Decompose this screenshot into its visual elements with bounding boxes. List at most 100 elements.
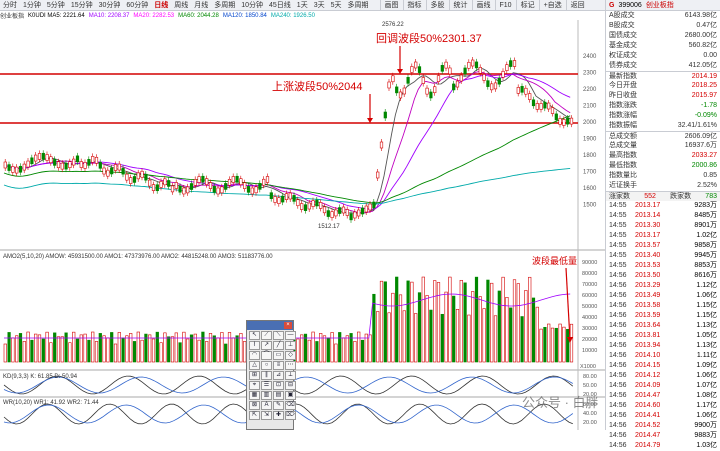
stat-value: 16937.6万 (684, 142, 717, 149)
stat-value: 2.52% (697, 182, 717, 189)
drawing-tool-icon[interactable]: ⇱ (249, 411, 260, 420)
tick-time: 14:55 (609, 232, 627, 239)
candle (569, 117, 574, 125)
drawing-tool-icon[interactable]: ⟂ (285, 371, 296, 380)
tick-list[interactable]: 14:55 2013.17 9283万 14:55 2013.14 8485万 14:55 2… (606, 201, 720, 451)
quote-stats: A股成交 6143.98亿 B股成交 0.47亿 国债成交 2680.00亿 基金成交 560… (606, 11, 720, 191)
candle (201, 175, 205, 183)
tick-price: 2014.15 (635, 362, 661, 369)
volume-bar (391, 292, 395, 363)
drawing-tool-icon[interactable]: ⌖ (249, 381, 260, 390)
tick-row: 14:56 2014.60 1.17亿 (606, 401, 720, 411)
volume-bar (455, 309, 460, 363)
stat-label: 指数振幅 (609, 122, 637, 129)
drawing-tool-icon[interactable]: ⊿ (273, 371, 284, 380)
tick-volume: 1.06亿 (696, 412, 717, 419)
candle (357, 209, 361, 217)
volume-bar (490, 282, 494, 363)
drawing-tool-icon[interactable]: ⊥ (285, 341, 296, 350)
price-axis-label: 2000 (583, 120, 597, 126)
drawing-tool-icon[interactable]: ↖ (249, 331, 260, 340)
volume-bar (186, 338, 190, 363)
volume-bar (3, 343, 7, 363)
quote-flag: G (609, 1, 615, 9)
drawing-tool-icon[interactable]: ◇ (285, 351, 296, 360)
candle (15, 166, 19, 174)
stat-row: 总成交额 2606.09亿 (606, 131, 720, 141)
drawing-tool-icon[interactable]: ⌇ (249, 341, 260, 350)
candle (68, 161, 72, 168)
tick-price: 2014.12 (635, 372, 661, 379)
stat-value: 560.82亿 (688, 42, 717, 49)
candle (444, 61, 448, 69)
drawing-tool-icon[interactable]: ○ (261, 361, 272, 370)
drawing-tool-icon[interactable]: ⊡ (273, 381, 284, 390)
volume-bar (205, 341, 209, 363)
volume-bar (535, 306, 539, 363)
volume-bar (569, 323, 574, 363)
tick-price: 2014.60 (635, 402, 661, 409)
drawing-tool-icon[interactable]: ⌒ (261, 351, 272, 360)
drawing-tool-icon[interactable]: ⊟ (285, 381, 296, 390)
drawing-tool-icon[interactable]: ✚ (273, 411, 284, 420)
volume-bar (224, 343, 228, 363)
close-icon[interactable]: × (284, 322, 292, 329)
tick-row: 14:56 2013.81 1.05亿 (606, 331, 720, 341)
candle (467, 61, 471, 69)
tick-volume: 9283万 (694, 202, 717, 209)
drawing-tool-icon[interactable]: ⌦ (285, 411, 296, 420)
palette-titlebar[interactable]: × (247, 321, 293, 330)
drawing-tool-icon[interactable]: ▣ (285, 391, 296, 400)
drawing-tool-icon[interactable]: — (285, 331, 296, 340)
drawing-tool-icon[interactable]: ⌫ (285, 401, 296, 410)
tick-row: 14:56 2014.09 1.07亿 (606, 381, 720, 391)
candle (490, 83, 494, 91)
tick-row: 14:56 2014.41 1.06亿 (606, 411, 720, 421)
chart-area[interactable]: 2400 2300 2200 2100 2000 1900 1800 1700 1600 1500… (0, 0, 605, 430)
candle (227, 179, 232, 186)
drawing-tool-icon[interactable]: ▭ (273, 351, 284, 360)
stat-label: 国债成交 (609, 32, 637, 39)
drawing-tool-icon[interactable]: ∥ (261, 371, 272, 380)
volume-bar (197, 339, 201, 363)
volume-bar (376, 311, 380, 363)
tick-row: 14:56 2013.49 1.06亿 (606, 291, 720, 301)
drawing-tool-icon[interactable]: ☰ (261, 381, 272, 390)
tick-price: 2014.79 (635, 442, 661, 449)
candle (53, 159, 57, 166)
drawing-tool-icon[interactable]: ▦ (249, 391, 260, 400)
drawing-tool-icon[interactable]: ≡ (273, 361, 284, 370)
drawing-tool-icon[interactable]: ▤ (273, 391, 284, 400)
drawing-tool-icon[interactable]: ⊞ (249, 371, 260, 380)
drawing-tool-icon[interactable]: ⟍ (273, 331, 284, 340)
volume-axis-label: 80000 (582, 271, 597, 277)
drawing-tool-palette[interactable]: × ↖ ⟋ ⟍ — ⌇ ↗ ╱ ⊥ ◠ ⌒ ▭ ◇ △ ○ ≡ ⋯ ⊞ ∥ ⊿ ⟂ ⌖ ☰ ⊡ ⊟ ▦ ▥ ▤ ▣ ⊠ A ✎ ⌫ ⇱ ⇲ ✚ ⌦ (246, 320, 296, 430)
drawing-tool-icon[interactable]: ✎ (273, 401, 284, 410)
volume-axis-label: 20000 (582, 337, 597, 343)
drawing-tools: ↖ ⟋ ⟍ — ⌇ ↗ ╱ ⊥ ◠ ⌒ ▭ ◇ △ ○ ≡ ⋯ ⊞ ∥ ⊿ ⟂ ⌖ ☰ ⊡ ⊟ ▦ ▥ ▤ ▣ ⊠ A ✎ ⌫ ⇱ ⇲ ✚ ⌦ (247, 330, 296, 421)
drawing-tool-icon[interactable]: ⋯ (285, 361, 296, 370)
drawing-tool-icon[interactable]: ⇲ (261, 411, 272, 420)
drawing-tool-icon[interactable]: A (261, 401, 272, 410)
tick-time: 14:55 (609, 262, 627, 269)
candle (391, 75, 395, 83)
volume-bar (524, 290, 528, 363)
tick-volume: 1.06亿 (696, 292, 717, 299)
candle (554, 113, 558, 121)
volume-bar (414, 313, 418, 363)
drawing-tool-icon[interactable]: ╱ (273, 341, 284, 350)
drawing-tool-icon[interactable]: ◠ (249, 351, 260, 360)
tick-row: 14:55 2013.17 9283万 (606, 201, 720, 211)
candle (543, 101, 547, 109)
drawing-tool-icon[interactable]: ⊠ (249, 401, 260, 410)
candle (94, 156, 99, 164)
volume-bar (231, 337, 235, 363)
candle (531, 99, 536, 107)
tick-time: 14:56 (609, 362, 627, 369)
drawing-tool-icon[interactable]: ▥ (261, 391, 272, 400)
drawing-tool-icon[interactable]: △ (249, 361, 260, 370)
drawing-tool-icon[interactable]: ↗ (261, 341, 272, 350)
candle (535, 103, 539, 110)
drawing-tool-icon[interactable]: ⟋ (261, 331, 272, 340)
low-label: 1512.17 (318, 224, 340, 230)
